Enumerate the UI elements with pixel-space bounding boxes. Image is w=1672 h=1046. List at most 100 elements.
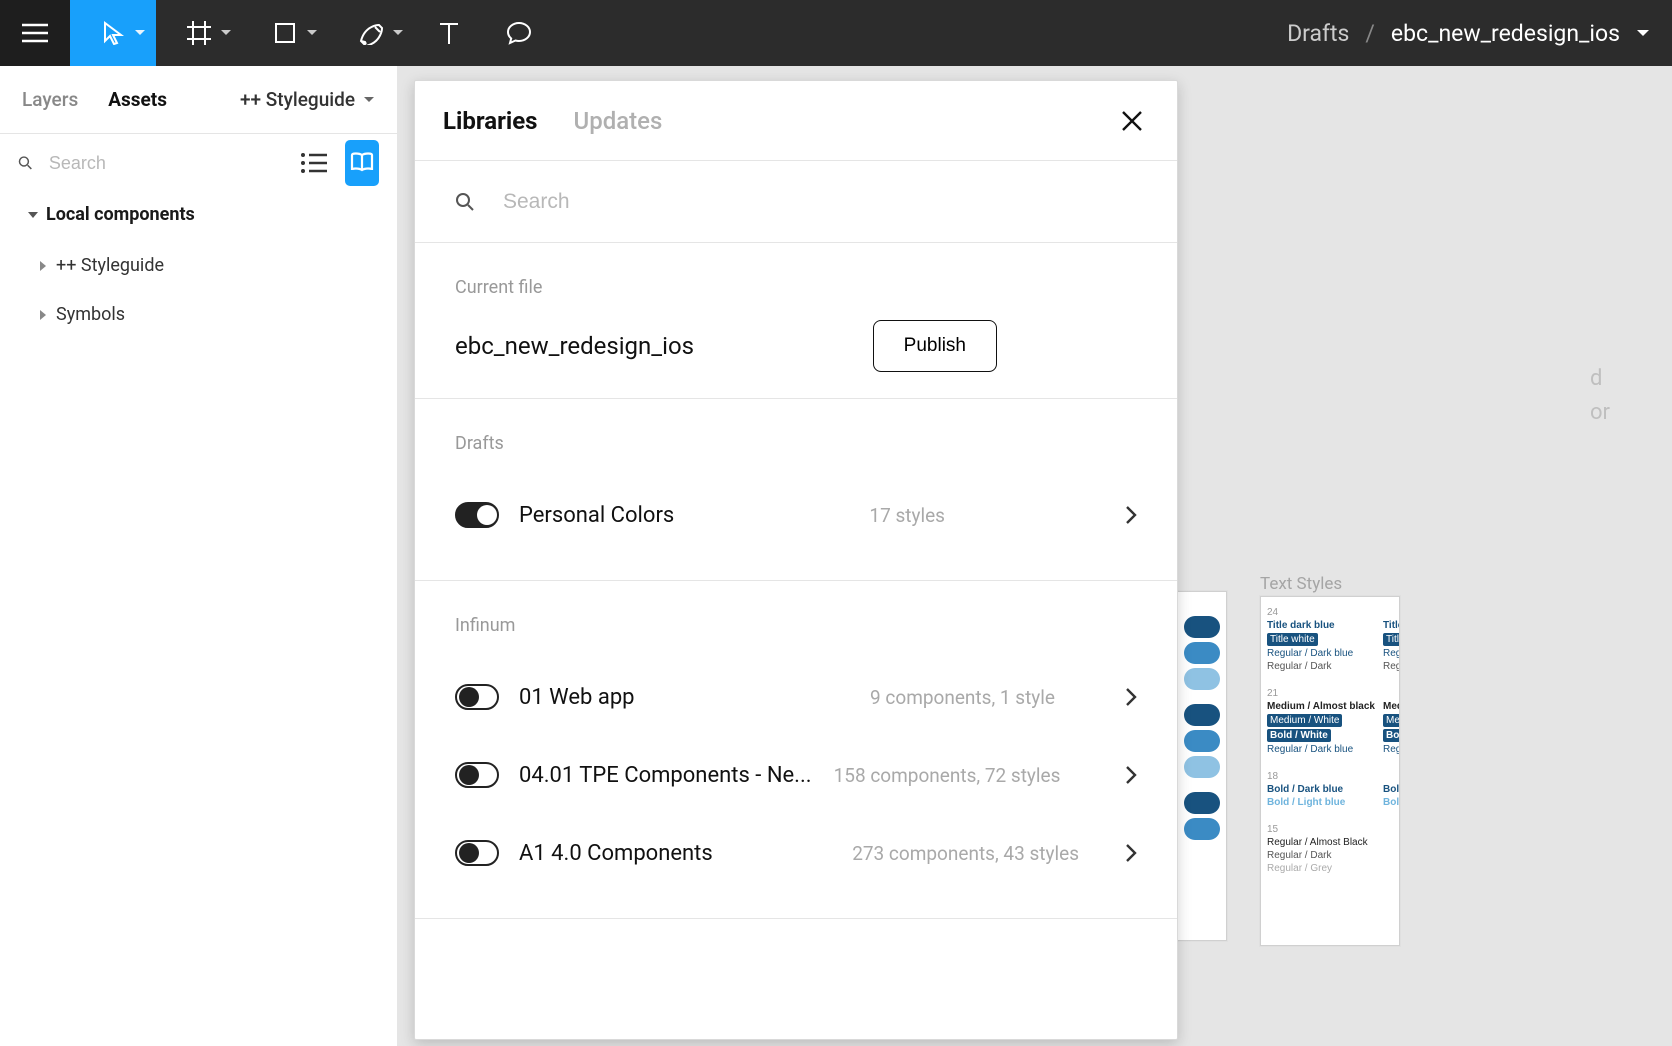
chevron-down-icon (392, 29, 404, 37)
pen-icon (358, 21, 384, 45)
tree-item-styleguide[interactable]: ++ Styleguide (0, 241, 397, 290)
cursor-icon (102, 21, 124, 45)
left-panel-tabs: Layers Assets ++ Styleguide (0, 66, 397, 134)
open-library-button[interactable] (1125, 505, 1137, 525)
book-icon (349, 152, 375, 174)
canvas-hint-text: d or (1590, 362, 1610, 430)
tab-assets[interactable]: Assets (108, 88, 167, 111)
text-icon (438, 21, 460, 45)
ts-row: Bold / Dark blue (1383, 784, 1400, 795)
artboard-colors-peek[interactable] (1177, 591, 1227, 941)
open-library-button[interactable] (1125, 843, 1137, 863)
ts-size: 18 (1267, 771, 1375, 782)
file-name[interactable]: ebc_new_redesign_ios (1391, 20, 1620, 47)
main-menu-button[interactable] (0, 0, 70, 66)
library-name: A1 4.0 Components (519, 841, 713, 866)
open-library-button[interactable] (1125, 687, 1137, 707)
menu-icon (22, 23, 48, 43)
current-file-name: ebc_new_redesign_ios (455, 332, 694, 360)
page-selector[interactable]: ++ Styleguide (240, 88, 375, 111)
ts-size: 24 (1267, 607, 1375, 618)
library-meta: 273 components, 43 styles (852, 842, 1079, 865)
library-name: 04.01 TPE Components - Ne... (519, 763, 812, 788)
local-components-label: Local components (46, 204, 195, 225)
top-toolbar: Drafts / ebc_new_redesign_ios (0, 0, 1672, 66)
comment-tool-button[interactable] (484, 0, 554, 66)
tab-layers[interactable]: Layers (22, 88, 78, 111)
library-toggle[interactable] (455, 502, 499, 528)
library-toggle[interactable] (455, 840, 499, 866)
text-tool-button[interactable] (414, 0, 484, 66)
search-icon (455, 192, 475, 212)
ts-row: Title white (1383, 633, 1400, 646)
ts-row: Regular / Dark (1383, 661, 1400, 672)
section-label: Drafts (455, 433, 1137, 454)
ts-size: 21 (1267, 688, 1375, 699)
modal-header: Libraries Updates (415, 81, 1177, 161)
modal-tab-libraries[interactable]: Libraries (443, 107, 538, 135)
section-infinum: Infinum 01 Web app 9 components, 1 style… (415, 581, 1177, 919)
assets-search-input[interactable] (47, 152, 283, 175)
library-toggle[interactable] (455, 684, 499, 710)
frame-tool-button[interactable] (156, 0, 242, 66)
close-icon (1121, 110, 1143, 132)
modal-body[interactable]: Current file ebc_new_redesign_ios Publis… (415, 243, 1177, 1039)
ts-row: Bold / White (1383, 729, 1400, 742)
tree-item-label: ++ Styleguide (56, 255, 164, 276)
library-toggle[interactable] (455, 762, 499, 788)
ts-row: Bold / Light blue (1267, 797, 1375, 808)
ts-size: 15 (1267, 824, 1375, 835)
square-icon (274, 22, 296, 44)
close-button[interactable] (1115, 104, 1149, 138)
chevron-right-icon (1125, 765, 1137, 785)
search-icon (18, 153, 33, 173)
section-current-file: Current file ebc_new_redesign_ios Publis… (415, 243, 1177, 399)
modal-search-input[interactable] (501, 189, 1137, 215)
library-row: Personal Colors 17 styles (455, 476, 1137, 554)
shape-tool-button[interactable] (242, 0, 328, 66)
local-components-heading[interactable]: Local components (0, 192, 397, 233)
ts-row: Bold / White (1267, 729, 1331, 742)
chevron-right-icon (1125, 505, 1137, 525)
artboard-title-text-styles[interactable]: Text Styles (1260, 574, 1342, 594)
modal-tab-updates[interactable]: Updates (574, 107, 663, 135)
ts-row: Title dark blue (1383, 620, 1400, 631)
list-icon (301, 153, 327, 173)
top-toolbar-left (0, 0, 554, 66)
ts-row: Medium / White (1383, 714, 1400, 727)
ts-row: Regular / Dark (1267, 850, 1375, 861)
move-tool-button[interactable] (70, 0, 156, 66)
chevron-down-icon[interactable] (1636, 29, 1650, 38)
ts-row: Medium / Almost black (1267, 701, 1375, 712)
ts-row: Bold / Light blue (1383, 797, 1400, 808)
ts-row: Regular / Grey (1267, 863, 1375, 874)
library-row: A1 4.0 Components 273 components, 43 sty… (455, 814, 1137, 892)
section-label: Current file (455, 277, 1137, 298)
pen-tool-button[interactable] (328, 0, 414, 66)
library-row: 01 Web app 9 components, 1 style (455, 658, 1137, 736)
caret-right-icon (40, 261, 46, 271)
artboard-text-styles[interactable]: 24 Title dark blue Title white Regular /… (1260, 596, 1400, 946)
ts-row: Medium / White (1267, 714, 1342, 727)
library-name: Personal Colors (519, 503, 674, 528)
chevron-down-icon (134, 29, 146, 37)
frame-icon (187, 21, 211, 45)
ts-row: Medium / Almost black (1383, 701, 1400, 712)
chevron-right-icon (1125, 843, 1137, 863)
library-row: 04.01 TPE Components - Ne... 158 compone… (455, 736, 1137, 814)
library-meta: 9 components, 1 style (870, 686, 1055, 709)
left-panel: Layers Assets ++ Styleguide Local compon… (0, 66, 398, 1046)
library-meta: 158 components, 72 styles (834, 764, 1061, 787)
list-view-button[interactable] (297, 140, 331, 186)
comment-icon (506, 21, 532, 45)
tree-item-symbols[interactable]: Symbols (0, 290, 397, 339)
open-library-button[interactable] (1125, 765, 1137, 785)
publish-button[interactable]: Publish (873, 320, 997, 372)
page-selector-label: ++ Styleguide (240, 88, 355, 111)
caret-right-icon (40, 310, 46, 320)
breadcrumb-parent[interactable]: Drafts (1287, 20, 1349, 47)
ts-row: Title white (1267, 633, 1318, 646)
library-view-button[interactable] (345, 140, 379, 186)
ts-row: Regular / Dark blue (1267, 744, 1375, 755)
ts-row: Title dark blue (1267, 620, 1375, 631)
